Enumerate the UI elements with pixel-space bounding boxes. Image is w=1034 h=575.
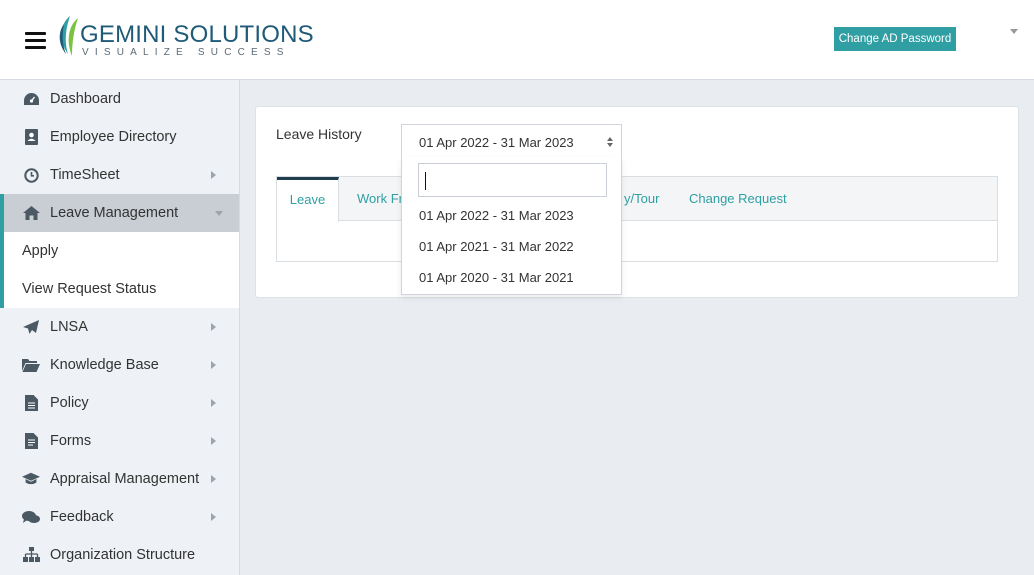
tab-leave[interactable]: Leave [277,177,339,222]
sidebar-item-label: Feedback [50,509,114,525]
leave-history-panel: Leave History Leave Work Fr y/Tour Chang… [255,106,1019,298]
period-option[interactable]: 01 Apr 2022 - 31 Mar 2023 [402,201,621,231]
chevron-right-icon [211,437,216,445]
tab-outdoor-duty-tour[interactable]: y/Tour [624,177,659,221]
tab-change-request[interactable]: Change Request [689,177,787,221]
chevron-right-icon [211,513,216,521]
sidebar-item-label: LNSA [50,319,88,335]
period-option[interactable]: 01 Apr 2021 - 31 Mar 2022 [402,232,621,262]
leaf-logo-icon [59,16,78,56]
form-icon [22,432,40,450]
comments-icon [22,508,40,526]
chevron-right-icon [211,475,216,483]
sidebar-item-label: Appraisal Management [50,471,200,487]
chevron-down-icon [215,211,223,216]
sidebar-item-policy[interactable]: Policy [0,384,239,422]
graduation-cap-icon [22,470,40,488]
sidebar-item-feedback[interactable]: Feedback [0,498,239,536]
user-menu-caret-icon[interactable] [1010,29,1018,34]
period-select[interactable]: 01 Apr 2022 - 31 Mar 2023 [401,124,622,158]
chevron-right-icon [211,361,216,369]
sidebar-item-appraisal-management[interactable]: Appraisal Management [0,460,239,498]
paper-plane-icon [22,318,40,336]
folder-open-icon [22,356,40,374]
tab-work-from-home[interactable]: Work Fr [357,177,403,221]
sidebar-item-lnsa[interactable]: LNSA [0,308,239,346]
chevron-right-icon [211,171,216,179]
document-icon [22,394,40,412]
leave-history-label: Leave History [276,126,362,142]
text-cursor [425,172,426,190]
tabs-bar: Leave Work Fr y/Tour Change Request [277,177,997,222]
sort-arrows-icon [607,137,615,149]
sidebar-item-label: Knowledge Base [50,357,159,373]
sidebar-subitem-label: View Request Status [22,281,157,297]
top-header: GEMINI SOLUTIONS VISUALIZE SUCCESS Chang… [0,0,1034,80]
address-book-icon [22,128,40,146]
sidebar-item-knowledge-base[interactable]: Knowledge Base [0,346,239,384]
sidebar-subitem-apply[interactable]: Apply [0,232,239,270]
sidebar-item-label: Policy [50,395,89,411]
period-search-input[interactable] [418,163,607,197]
company-logo[interactable]: GEMINI SOLUTIONS VISUALIZE SUCCESS [56,14,314,60]
sitemap-icon [22,546,40,564]
sidebar-item-label: Leave Management [50,205,179,221]
change-ad-password-button[interactable]: Change AD Password [834,27,956,51]
sidebar-item-dashboard[interactable]: Dashboard [0,80,239,118]
chevron-right-icon [211,323,216,331]
period-select-value: 01 Apr 2022 - 31 Mar 2023 [419,135,574,150]
sidebar-item-label: TimeSheet [50,167,120,183]
period-option[interactable]: 01 Apr 2020 - 31 Mar 2021 [402,263,621,293]
chevron-right-icon [211,399,216,407]
sidebar-item-label: Employee Directory [50,129,177,145]
sidebar-item-forms[interactable]: Forms [0,422,239,460]
period-dropdown: 01 Apr 2022 - 31 Mar 2023 01 Apr 2021 - … [401,157,622,295]
sidebar-item-label: Organization Structure [50,547,196,563]
hamburger-menu-icon[interactable] [25,32,46,49]
sidebar: Dashboard Employee Directory TimeSheet L… [0,80,240,575]
dashboard-icon [22,90,40,108]
sidebar-item-label: Forms [50,433,92,449]
sidebar-item-leave-management[interactable]: Leave Management [0,194,239,232]
sidebar-item-employee-directory[interactable]: Employee Directory [0,118,239,156]
logo-tagline: VISUALIZE SUCCESS [82,47,290,58]
clock-icon [22,166,40,184]
leave-tabs-container: Leave Work Fr y/Tour Change Request [276,176,998,262]
sidebar-subitem-view-request-status[interactable]: View Request Status [0,270,239,308]
sidebar-item-label: Dashboard [50,91,121,107]
logo-name: GEMINI SOLUTIONS [80,21,314,48]
sidebar-subitem-label: Apply [22,243,59,259]
sidebar-item-timesheet[interactable]: TimeSheet [0,156,239,194]
home-icon [22,204,40,222]
sidebar-item-organization-structure[interactable]: Organization Structure [0,536,239,574]
